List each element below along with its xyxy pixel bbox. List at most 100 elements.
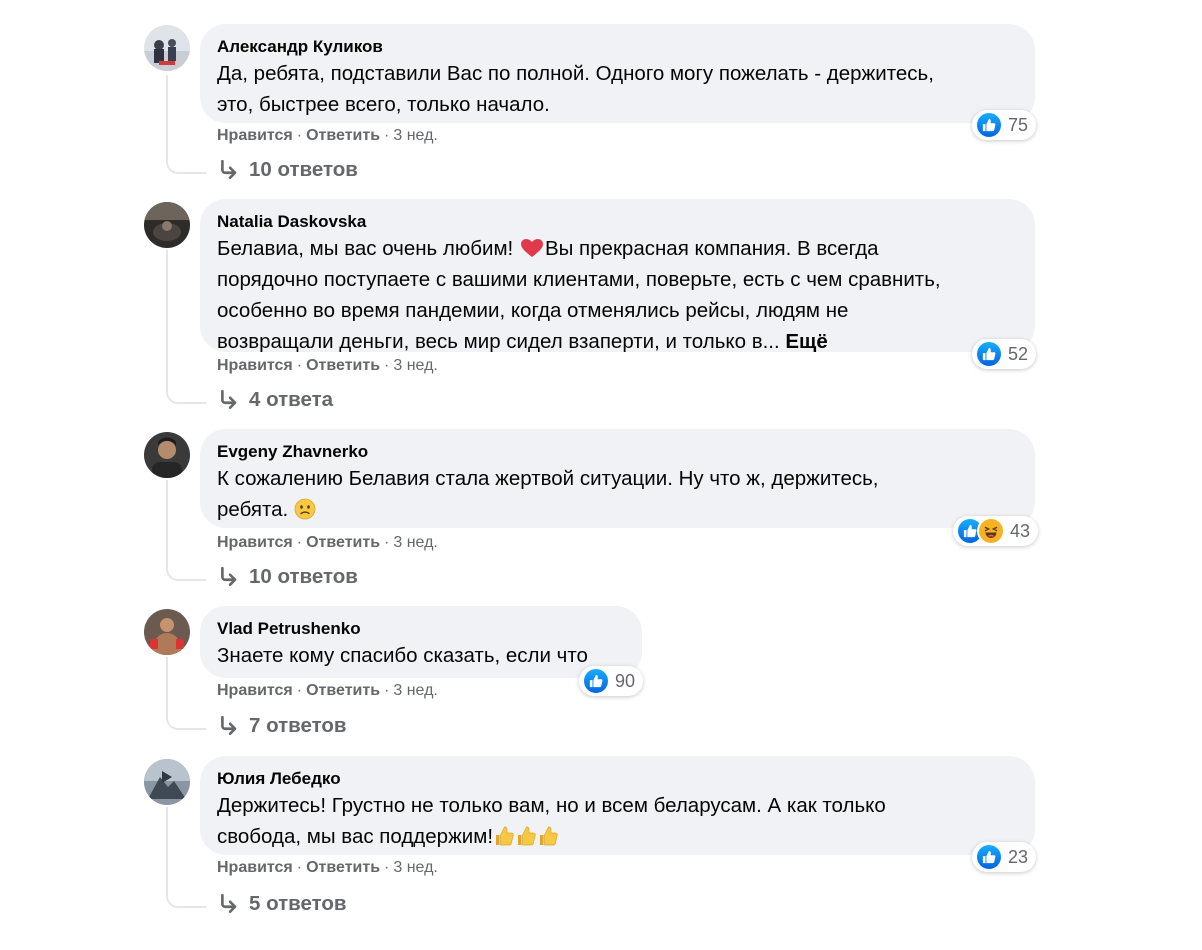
timestamp[interactable]: 3 нед.: [393, 534, 438, 551]
thumbs-up-emoji: [496, 826, 514, 846]
comment-bubble: Юлия Лебедко Держитесь! Грустно не тольк…: [200, 756, 1035, 855]
reply-button[interactable]: Ответить: [306, 357, 380, 374]
thumbs-up-emoji: [518, 826, 536, 846]
comment-text: Белавиа, мы вас очень любим! Вы прекрасн…: [217, 233, 1017, 357]
reaction-count: 75: [1008, 114, 1029, 135]
comment-line: Белавиа, мы вас очень любим! Вы прекрасн…: [217, 233, 1017, 264]
timestamp[interactable]: 3 нед.: [393, 127, 438, 144]
see-more-link[interactable]: Ещё: [785, 330, 827, 353]
reply-button[interactable]: Ответить: [306, 859, 380, 876]
reaction-count: 90: [615, 670, 636, 691]
comment-fragment: Вы прекрасная компания. В всегда: [544, 237, 879, 260]
reply-button[interactable]: Ответить: [306, 534, 380, 551]
like-icon: [975, 340, 1003, 368]
like-icon: [582, 667, 610, 695]
reaction-summary[interactable]: 90: [579, 666, 644, 696]
separator: ·: [296, 682, 303, 699]
avatar[interactable]: [144, 25, 190, 71]
comment-author[interactable]: Vlad Petrushenko: [217, 618, 624, 640]
timestamp[interactable]: 3 нед.: [393, 859, 438, 876]
comment-actions: Нравится · Ответить · 3 нед.: [217, 357, 438, 375]
like-button[interactable]: Нравится: [217, 534, 293, 551]
reaction-summary[interactable]: 75: [972, 110, 1037, 140]
comment-fragment: возвращали деньги, весь мир сидел взапер…: [217, 330, 786, 353]
comment-author[interactable]: Александр Куликов: [217, 36, 1017, 58]
view-replies-button[interactable]: 10 ответов: [218, 158, 358, 182]
like-button[interactable]: Нравится: [217, 859, 293, 876]
like-icon: [975, 111, 1003, 139]
reply-button[interactable]: Ответить: [306, 127, 380, 144]
heart-emoji: [520, 239, 543, 257]
like-button[interactable]: Нравится: [217, 682, 293, 699]
reaction-count: 23: [1008, 846, 1029, 867]
separator: ·: [384, 682, 390, 699]
thumbs-up-emoji: [540, 826, 558, 846]
view-replies-button[interactable]: 7 ответов: [218, 714, 347, 738]
comment-text: К сожалению Белавия стала жертвой ситуац…: [217, 463, 1017, 525]
separator: ·: [296, 357, 303, 374]
view-replies-button[interactable]: 4 ответа: [218, 388, 333, 412]
reply-arrow-icon: [221, 566, 237, 587]
comment-line: возвращали деньги, весь мир сидел взапер…: [217, 326, 1017, 357]
comment-text: Знаете кому спасибо сказать, если что: [217, 640, 624, 671]
separator: ·: [296, 859, 303, 876]
reaction-summary[interactable]: 43: [953, 516, 1039, 546]
comment-line: это, быстрее всего, только начало.: [217, 93, 550, 116]
avatar[interactable]: [144, 759, 190, 805]
like-button[interactable]: Нравится: [217, 127, 293, 144]
comment-text: Держитесь! Грустно не только вам, но и в…: [217, 790, 1017, 852]
comment-bubble: Evgeny Zhavnerko К сожалению Белавия ста…: [200, 429, 1035, 528]
reply-arrow-icon: [221, 893, 237, 914]
comment-actions: Нравится · Ответить · 3 нед.: [217, 534, 438, 552]
haha-icon: [977, 517, 1005, 545]
like-button[interactable]: Нравится: [217, 357, 293, 374]
comment-actions: Нравится · Ответить · 3 нед.: [217, 859, 438, 877]
comment-author[interactable]: Natalia Daskovska: [217, 211, 1017, 233]
comment-text: Да, ребята, подставили Вас по полной. Од…: [217, 58, 1017, 120]
comment-line: Знаете кому спасибо сказать, если что: [217, 644, 588, 667]
timestamp[interactable]: 3 нед.: [393, 357, 438, 374]
view-replies-button[interactable]: 5 ответов: [218, 892, 347, 916]
like-icon: [975, 843, 1003, 871]
replies-count: 10 ответов: [249, 158, 358, 181]
reaction-count: 43: [1010, 520, 1031, 541]
comment-bubble: Natalia Daskovska Белавиа, мы вас очень …: [200, 199, 1035, 353]
comment-bubble: Александр Куликов Да, ребята, подставили…: [200, 24, 1035, 123]
replies-count: 10 ответов: [249, 565, 358, 588]
avatar[interactable]: [144, 432, 190, 478]
separator: ·: [296, 127, 303, 144]
comment-line: К сожалению Белавия стала жертвой ситуац…: [217, 467, 879, 490]
comment-line: ребята.: [217, 494, 1017, 525]
thread-line: [166, 657, 206, 730]
separator: ·: [384, 127, 390, 144]
reaction-summary[interactable]: 52: [972, 339, 1037, 369]
separator: ·: [384, 357, 390, 374]
avatar[interactable]: [144, 202, 190, 248]
comment-line: Да, ребята, подставили Вас по полной. Од…: [217, 62, 934, 85]
replies-count: 7 ответов: [249, 714, 347, 737]
separator: ·: [296, 534, 303, 551]
reaction-summary[interactable]: 23: [972, 842, 1037, 872]
comment-fragment: Белавиа, мы вас очень любим!: [217, 237, 519, 260]
comment-author[interactable]: Evgeny Zhavnerko: [217, 441, 1017, 463]
comment-actions: Нравится · Ответить · 3 нед.: [217, 682, 438, 700]
separator: ·: [384, 859, 390, 876]
comment-line: порядочно поступаете с вашими клиентами,…: [217, 268, 941, 291]
avatar[interactable]: [144, 609, 190, 655]
reply-arrow-icon: [221, 159, 237, 180]
replies-count: 5 ответов: [249, 892, 347, 915]
comment-author[interactable]: Юлия Лебедко: [217, 768, 1017, 790]
reaction-count: 52: [1008, 343, 1029, 364]
comment-line: особенно во время пандемии, когда отменя…: [217, 299, 849, 322]
comment-fragment: свобода, мы вас поддержим!: [217, 825, 494, 848]
comment-fragment: ребята.: [217, 498, 294, 521]
reply-button[interactable]: Ответить: [306, 682, 380, 699]
reply-arrow-icon: [221, 389, 237, 410]
reply-arrow-icon: [221, 715, 237, 736]
comment-line: Держитесь! Грустно не только вам, но и в…: [217, 794, 886, 817]
comment-bubble: Vlad Petrushenko Знаете кому спасибо ска…: [200, 606, 642, 678]
timestamp[interactable]: 3 нед.: [393, 682, 438, 699]
view-replies-button[interactable]: 10 ответов: [218, 565, 358, 589]
comment-actions: Нравится · Ответить · 3 нед.: [217, 127, 438, 145]
comment-line: свобода, мы вас поддержим!: [217, 821, 1017, 852]
